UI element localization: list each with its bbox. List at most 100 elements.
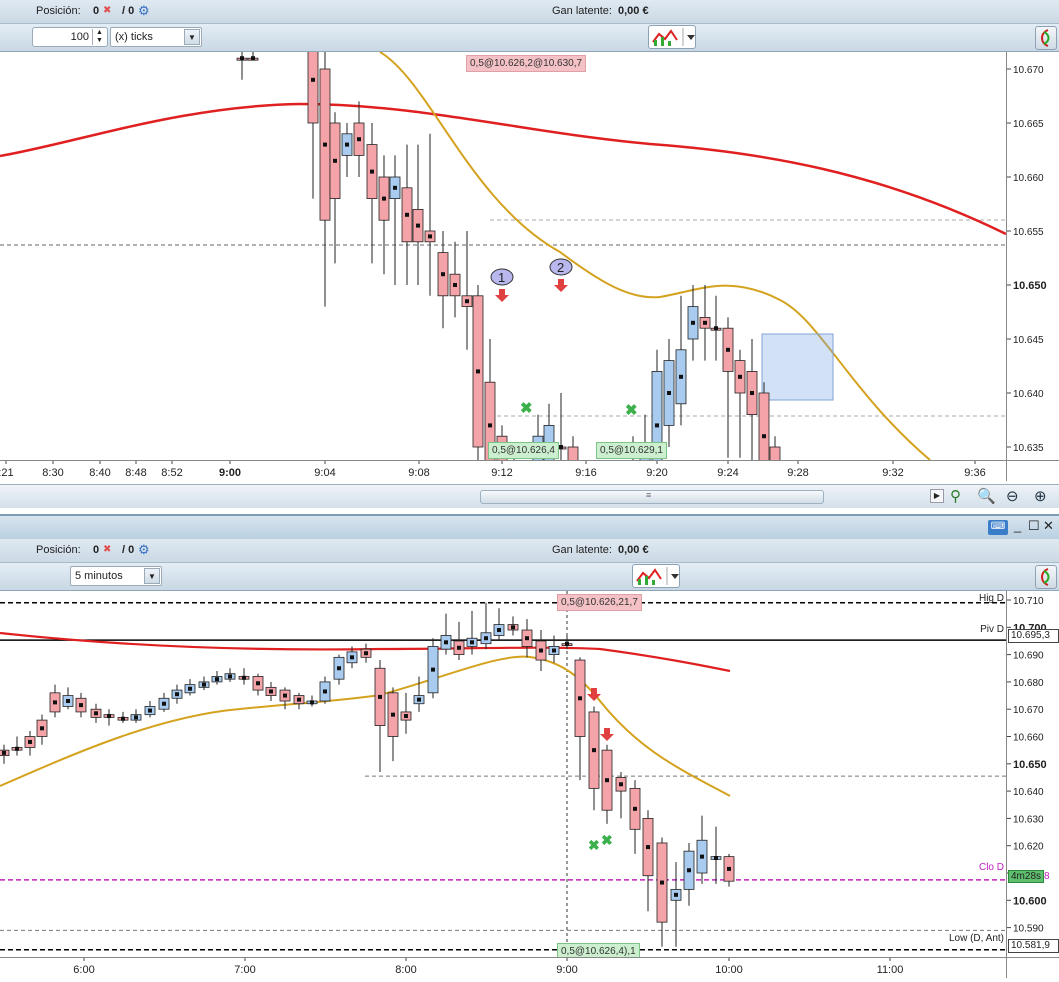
price-tick-label: 10.670: [1013, 65, 1044, 76]
candle-close-dot: [700, 854, 704, 859]
spinner-arrows-icon[interactable]: ▲ ▼: [92, 29, 106, 45]
order-tag-sell[interactable]: 0,5@10.626,21,7: [557, 594, 642, 611]
top-price-chart[interactable]: 1 2 ✖ ✖ 0,5@10.626,2@10.630,7 0,5@10.626,4 …: [0, 52, 1006, 460]
scroll-right-icon[interactable]: ▶: [930, 489, 944, 503]
candle-close-dot: [667, 391, 671, 395]
candle: [472, 285, 484, 460]
settings-icon[interactable]: ⚙: [138, 3, 150, 19]
top-price-axis[interactable]: 10.670 10.665 10.660 10.655 10.650 10.645 10.6…: [1006, 52, 1059, 616]
candle: [387, 687, 399, 762]
candle: [480, 602, 492, 650]
candle-close-dot: [283, 693, 287, 698]
side-panel-icon: [1041, 29, 1050, 47]
candle: [683, 842, 695, 906]
price-tick-label: 10.635: [1013, 443, 1044, 454]
candle: [734, 349, 746, 458]
exit-x-icon: ✖: [588, 837, 600, 853]
candle-close-dot: [592, 748, 596, 753]
ma-red-line: [0, 102, 1006, 236]
unit-value: 100: [70, 31, 89, 43]
candle: [0, 744, 10, 764]
time-tick-label: 8:52: [161, 467, 182, 479]
candle-close-dot: [310, 700, 314, 705]
candle: [236, 52, 248, 80]
zoom-fit-icon[interactable]: ⚲: [950, 487, 961, 505]
price-tick-label: 10.680: [1013, 678, 1044, 689]
keyboard-icon[interactable]: ⌨: [988, 520, 1008, 535]
candle-close-dot: [714, 326, 718, 331]
price-tick-label: 10.665: [1013, 119, 1044, 130]
side-panel-button[interactable]: [1035, 26, 1057, 50]
zoom-select-icon[interactable]: 🔍: [977, 487, 996, 505]
time-tick-label: 9:20: [646, 467, 667, 479]
candle-close-dot: [727, 866, 731, 871]
maximize-icon[interactable]: ☐: [1028, 518, 1040, 534]
time-tick-label: 9:36: [964, 467, 985, 479]
order-tag-buy[interactable]: 0,5@10.626,4),1: [557, 943, 640, 957]
close-x-icon[interactable]: ✖: [103, 5, 111, 16]
zoom-out-icon[interactable]: ⊖: [1006, 487, 1019, 505]
candle: [440, 613, 452, 655]
chart-strategy-button[interactable]: [648, 25, 696, 49]
minimize-icon[interactable]: _: [1014, 518, 1021, 533]
timeframe-value: 5 minutos: [75, 570, 123, 582]
candle-close-dot: [297, 697, 301, 702]
candle: [158, 692, 170, 712]
exit-x-icon: ✖: [625, 402, 638, 419]
selection-box: [761, 333, 834, 401]
bottom-axis-corner: [1006, 957, 1059, 978]
time-tick-label: 9:00: [219, 467, 241, 479]
horizontal-scrollbar-thumb[interactable]: ≡: [480, 490, 824, 504]
timeframe-select[interactable]: 5 minutos ▼: [70, 566, 162, 586]
candle: [437, 231, 449, 329]
candle: [103, 709, 115, 726]
candle: [400, 692, 412, 734]
side-panel-button[interactable]: [1035, 565, 1057, 589]
signal-marker-number: 2: [557, 260, 564, 275]
order-tag-sell[interactable]: 0,5@10.626,2@10.630,7: [466, 55, 587, 72]
candle-close-dot: [691, 320, 695, 325]
close-icon[interactable]: ✕: [1043, 518, 1054, 534]
candle-close-dot: [28, 739, 32, 744]
candle-close-dot: [382, 196, 386, 201]
price-tick-label: 10.650: [1013, 280, 1047, 292]
bottom-window-titlebar[interactable]: ⌨ _ ☐ ✕: [0, 514, 1059, 540]
zoom-in-icon[interactable]: ⊕: [1034, 487, 1047, 505]
bottom-price-chart[interactable]: ✖ ✖ 0,5@10.626,21,7 0,5@10.626,4),1 Hig D…: [0, 591, 1006, 957]
candle: [90, 703, 102, 723]
time-tick-label: 8:00: [395, 964, 416, 976]
sell-arrow-icon: [554, 279, 568, 292]
settings-icon[interactable]: ⚙: [138, 542, 150, 558]
candle-close-dot: [565, 641, 569, 646]
candle-close-dot: [251, 56, 255, 61]
candle-close-dot: [511, 625, 515, 630]
order-tag-sell-text: 0,5@10.626,2: [561, 597, 624, 608]
candle-close-dot: [660, 880, 664, 885]
candle: [758, 382, 770, 460]
timer-value: 4m28s: [1008, 870, 1045, 883]
candle: [521, 619, 533, 658]
bottom-price-axis[interactable]: 10.71010.70010.69010.68010.67010.66010.6…: [1006, 591, 1059, 957]
candle: [252, 673, 264, 696]
order-tag-buy-1[interactable]: 0,5@10.626,4: [488, 442, 559, 459]
time-tick-label: 9:04: [314, 467, 335, 479]
close-x-icon[interactable]: ✖: [103, 544, 111, 555]
order-tag-sell-suffix: 1,7: [623, 597, 638, 608]
candle-close-dot: [121, 716, 125, 721]
candle: [117, 711, 129, 723]
chevron-down-icon[interactable]: ▼: [144, 568, 160, 584]
candle: [615, 771, 627, 819]
order-tag-buy-2[interactable]: 0,5@10.629,1: [596, 442, 667, 459]
candle: [24, 731, 36, 756]
candle-close-dot: [228, 674, 232, 679]
candle: [130, 709, 142, 723]
candle-close-dot: [525, 636, 529, 641]
candle-close-dot: [762, 434, 766, 439]
top-position-bar: Posición: 0 ✖ / 0 ⚙ Gan latente: 0,00 €: [0, 0, 1059, 24]
pnl-value: 0,00 €: [618, 5, 649, 17]
unit-spinner[interactable]: 100 ▲ ▼: [32, 27, 108, 47]
unit-select[interactable]: (x) ticks ▼: [110, 27, 202, 47]
price-tick-label: 10.670: [1013, 705, 1044, 716]
chevron-down-icon[interactable]: ▼: [184, 29, 200, 45]
chart-strategy-button[interactable]: [632, 564, 680, 588]
